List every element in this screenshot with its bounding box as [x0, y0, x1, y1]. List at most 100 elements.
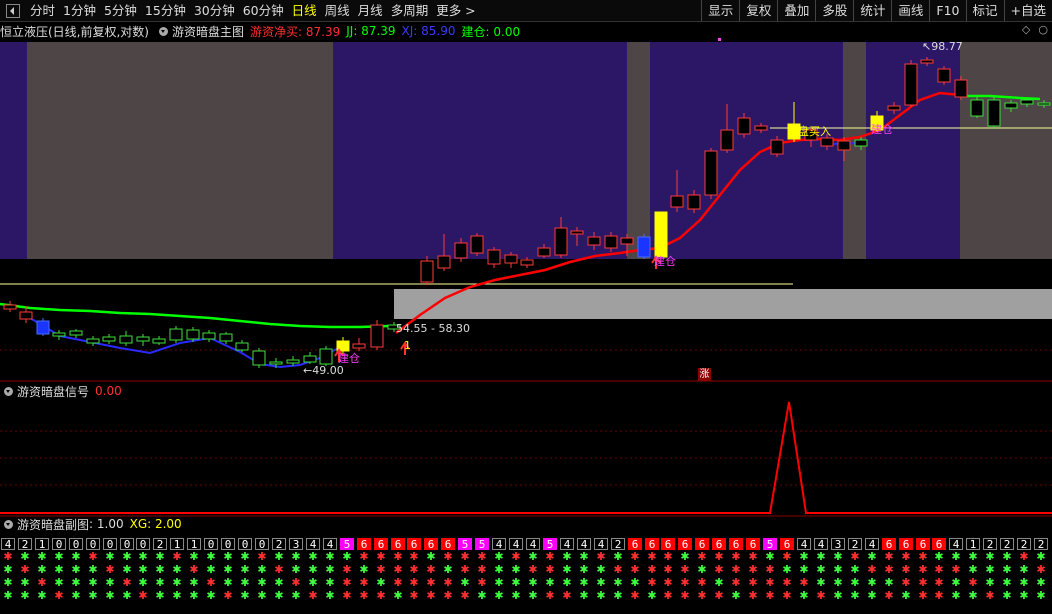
sub-digit-cell: 4 — [814, 538, 828, 551]
sub-digit-cell: 2 — [18, 538, 32, 551]
signal-star-icon: ✱ — [291, 563, 300, 576]
sub-digit-cell: 6 — [695, 538, 709, 551]
candlestick — [904, 63, 918, 106]
signal-star-icon: ✱ — [274, 563, 283, 576]
signal-star-icon: ✱ — [477, 589, 486, 602]
signal-star-icon: ✱ — [477, 563, 486, 576]
signal-star-icon: ✱ — [1002, 576, 1011, 589]
buy-signal-label: 暗盘买入 — [787, 125, 831, 138]
signal-star-icon: ✱ — [240, 563, 249, 576]
signal-star-icon: ✱ — [1036, 550, 1045, 563]
signal-star-icon: ✱ — [511, 563, 520, 576]
signal-star-icon: ✱ — [325, 563, 334, 576]
signal-star-icon: ✱ — [765, 563, 774, 576]
signal-star-icon: ✱ — [71, 550, 80, 563]
signal-star-icon: ✱ — [37, 563, 46, 576]
signal-value: 0.00 — [95, 384, 122, 398]
sub-digit-cell: 4 — [492, 538, 506, 551]
signal-star-icon: ✱ — [596, 589, 605, 602]
signal-star-icon: ✱ — [325, 576, 334, 589]
candlestick — [654, 211, 668, 258]
dropdown-icon[interactable] — [159, 26, 168, 36]
candlestick — [837, 140, 851, 151]
candlestick — [920, 59, 934, 64]
jiancang-label-3: 建仓 — [871, 123, 893, 136]
signal-star-icon: ✱ — [426, 576, 435, 589]
stock-name[interactable]: 恒立液压(日线,前复权,对数) — [0, 23, 149, 40]
signal-star-icon: ✱ — [697, 589, 706, 602]
signal-star-icon: ✱ — [274, 589, 283, 602]
signal-star-icon: ✱ — [680, 576, 689, 589]
signal-star-icon: ✱ — [545, 589, 554, 602]
dropdown-icon[interactable] — [4, 386, 13, 396]
sub-digit-cell: 0 — [69, 538, 83, 551]
signal-star-icon: ✱ — [528, 589, 537, 602]
sub-digit-cell: 4 — [306, 538, 320, 551]
signal-star-icon: ✱ — [1019, 576, 1028, 589]
candlestick — [36, 320, 50, 335]
signal-star-icon: ✱ — [172, 576, 181, 589]
signal-star-icon: ✱ — [985, 563, 994, 576]
signal-star-icon: ✱ — [37, 550, 46, 563]
signal-star-icon: ✱ — [850, 550, 859, 563]
signal-star-icon: ✱ — [833, 576, 842, 589]
signal-star-icon: ✱ — [71, 576, 80, 589]
candlestick — [169, 328, 183, 341]
sub-digit-cell: 0 — [103, 538, 117, 551]
sub-digit-cell: 0 — [136, 538, 150, 551]
circle-icon[interactable]: ○ — [1038, 23, 1048, 36]
signal-star-icon: ✱ — [240, 576, 249, 589]
signal-star-icon: ✱ — [647, 550, 656, 563]
candlestick — [554, 227, 568, 256]
signal-star-icon: ✱ — [257, 563, 266, 576]
sub-digit-cell: 3 — [831, 538, 845, 551]
signal-star-icon: ✱ — [884, 550, 893, 563]
signal-star-icon: ✱ — [477, 550, 486, 563]
candlestick — [537, 247, 551, 257]
diamond-icon[interactable]: ◇ — [1022, 23, 1030, 36]
signal-star-icon: ✱ — [833, 589, 842, 602]
signal-star-icon: ✱ — [342, 563, 351, 576]
signal-star-icon: ✱ — [20, 589, 29, 602]
signal-star-icon: ✱ — [545, 563, 554, 576]
net-buy-value: 游资净买: 87.39 — [250, 24, 341, 39]
signal-star-icon: ✱ — [3, 550, 12, 563]
signal-star-icon: ✱ — [426, 563, 435, 576]
candlestick — [69, 330, 83, 336]
signal-indicator-name[interactable]: 游资暗盘信号 — [17, 383, 89, 400]
signal-star-icon: ✱ — [393, 576, 402, 589]
signal-star-icon: ✱ — [223, 589, 232, 602]
candlestick — [235, 342, 249, 351]
candlestick — [754, 125, 768, 131]
sub-digit-cell: 4 — [865, 538, 879, 551]
signal-star-icon: ✱ — [494, 589, 503, 602]
signal-star-icon: ✱ — [88, 563, 97, 576]
signal-star-icon: ✱ — [88, 550, 97, 563]
candlestick — [1037, 102, 1051, 106]
main-indicator-name[interactable]: 游资暗盘主图 — [172, 23, 244, 40]
candlestick — [720, 129, 734, 151]
signal-star-icon: ✱ — [20, 576, 29, 589]
sub-panel-header: 游资暗盘副图 : 1.00 XG: 2.00 — [0, 515, 188, 533]
signal-star-icon: ✱ — [918, 576, 927, 589]
sub-indicator-name[interactable]: 游资暗盘副图 — [17, 516, 89, 533]
signal-star-icon: ✱ — [765, 550, 774, 563]
signal-star-icon: ✱ — [189, 576, 198, 589]
candlestick — [420, 260, 434, 283]
signal-star-icon: ✱ — [155, 589, 164, 602]
sub-digit-cell: 2 — [1017, 538, 1031, 551]
candlestick — [970, 99, 984, 117]
signal-star-icon: ✱ — [663, 589, 672, 602]
candlestick — [587, 236, 601, 246]
sub-digit-cell: 6 — [678, 538, 692, 551]
signal-star-icon: ✱ — [105, 563, 114, 576]
jiancang-label-1: 建仓 — [338, 352, 360, 365]
candlestick — [437, 255, 451, 269]
dropdown-icon[interactable] — [4, 519, 13, 529]
candlestick — [520, 259, 534, 266]
signal-star-icon: ✱ — [460, 576, 469, 589]
signal-star-icon: ✱ — [579, 550, 588, 563]
candlestick — [637, 236, 651, 258]
signal-star-icon: ✱ — [630, 576, 639, 589]
candlestick — [954, 79, 968, 98]
